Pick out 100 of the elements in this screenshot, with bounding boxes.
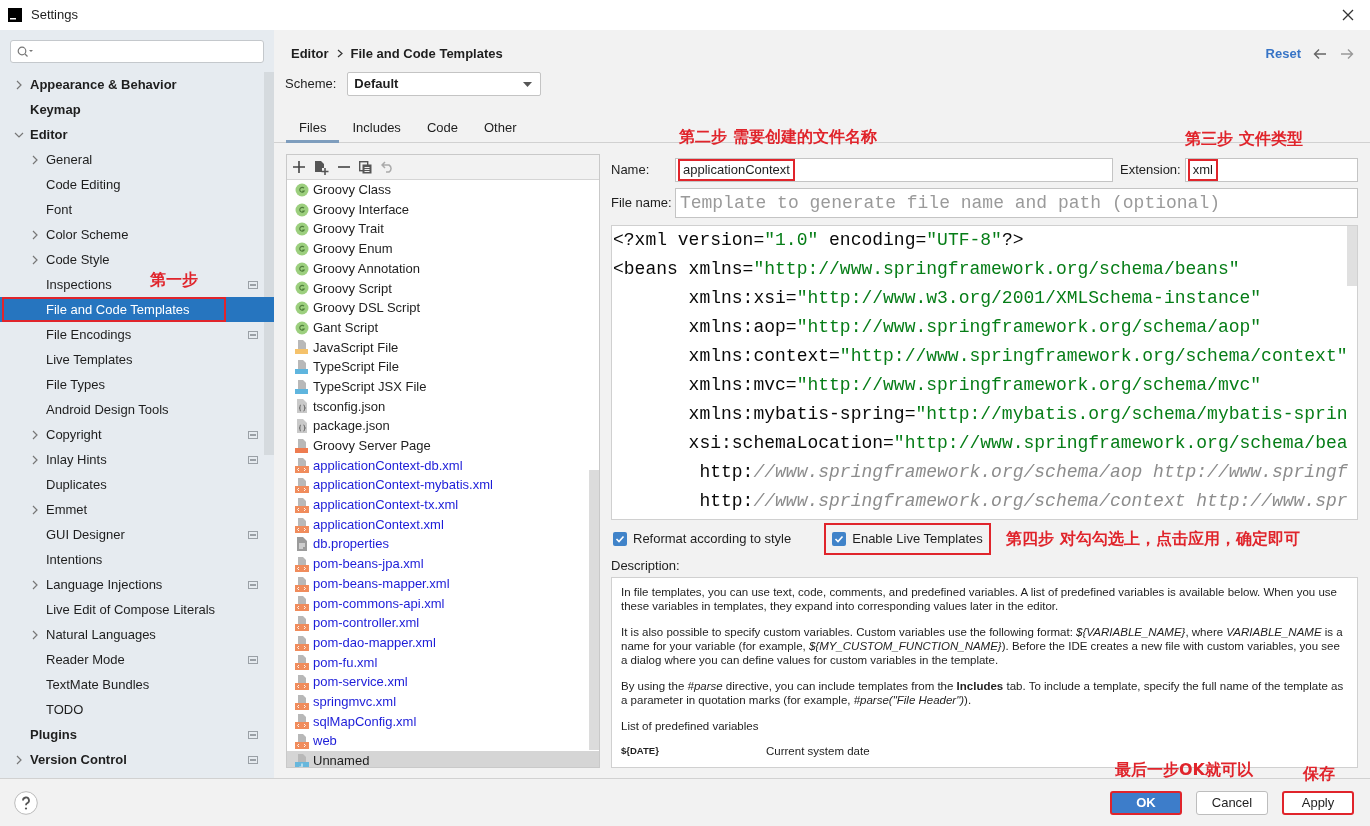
tab[interactable]: Includes (339, 116, 414, 143)
reset-link[interactable]: Reset (1265, 43, 1301, 64)
dialog-button[interactable]: OK (1110, 790, 1182, 815)
tree-item[interactable]: Code Style (46, 249, 110, 270)
file-template-item[interactable]: Groovy Enum (287, 239, 599, 259)
file-template-item[interactable]: Groovy Server Page (287, 435, 599, 456)
checkbox-label[interactable]: Enable Live Templates (852, 529, 983, 549)
file-template-item[interactable]: pom-service.xml (287, 672, 599, 692)
search-field[interactable] (10, 40, 264, 63)
file-template-item[interactable]: applicationContext-mybatis.xml (287, 475, 599, 495)
xml-file-icon (294, 457, 310, 474)
add-icon[interactable] (293, 161, 305, 173)
forward-arrow-icon[interactable] (1340, 47, 1354, 60)
file-template-item[interactable]: pom-beans-mapper.xml (287, 573, 599, 594)
scheme-dropdown[interactable]: Default (347, 72, 542, 96)
file-template-item[interactable]: Groovy Class (287, 180, 599, 200)
file-template-item[interactable]: sqlMapConfig.xml (287, 711, 599, 732)
tree-item[interactable]: Language Injections (46, 574, 163, 595)
chevron-right-icon[interactable] (30, 504, 40, 515)
tree-item[interactable]: Editor (30, 124, 68, 145)
tree-item[interactable]: Copyright (46, 424, 102, 445)
checkbox-label[interactable]: Reformat according to style (633, 529, 792, 549)
tree-item[interactable]: Live Templates (46, 349, 133, 370)
dialog-button[interactable]: Apply (1282, 790, 1354, 815)
file-template-item[interactable]: Groovy DSL Script (287, 298, 599, 318)
tree-item[interactable]: Keymap (30, 99, 81, 120)
file-template-item[interactable]: Groovy Trait (287, 219, 599, 240)
scrollbar-thumb[interactable] (264, 72, 274, 455)
tree-item[interactable]: Inspections (46, 274, 112, 295)
chevron-right-icon[interactable] (14, 79, 24, 90)
breadcrumb-item[interactable]: Editor (291, 43, 329, 64)
file-name-field[interactable]: Template to generate file name and path (optional) (674, 188, 1358, 218)
tree-item[interactable]: File Types (46, 374, 105, 395)
chevron-right-icon[interactable] (30, 254, 40, 265)
copy-icon[interactable] (359, 160, 372, 174)
chevron-icon (336, 49, 343, 58)
file-template-item[interactable]: pom-fu.xml (287, 652, 599, 673)
file-template-item[interactable]: pom-beans-jpa.xml (287, 554, 599, 574)
tab[interactable]: Other (470, 116, 530, 143)
file-template-item[interactable]: Gant Script (287, 317, 599, 338)
close-icon[interactable] (1342, 9, 1354, 21)
scrollbar-thumb[interactable] (1347, 226, 1357, 286)
code-editor[interactable] (611, 225, 1358, 520)
tree-item[interactable]: Font (46, 199, 72, 220)
tree-item[interactable]: Color Scheme (46, 224, 129, 245)
chevron-right-icon[interactable] (30, 629, 40, 640)
chevron-right-icon[interactable] (30, 454, 40, 465)
tree-item[interactable]: Appearance & Behavior (30, 74, 177, 95)
file-template-item[interactable]: pom-controller.xml (287, 613, 599, 633)
tree-item[interactable]: Natural Languages (46, 624, 156, 645)
tree-item[interactable]: GUI Designer (46, 524, 125, 545)
tree-item[interactable]: Version Control (30, 749, 127, 770)
tree-item[interactable]: Code Editing (46, 174, 121, 195)
tree-item[interactable]: Duplicates (46, 474, 107, 495)
tree-item[interactable]: Live Edit of Compose Literals (46, 599, 216, 620)
tree-item[interactable]: General (46, 149, 93, 170)
file-template-item[interactable]: applicationContext-db.xml (287, 455, 599, 476)
file-template-item[interactable]: tsconfig.json (287, 396, 599, 417)
help-icon[interactable] (14, 790, 38, 815)
file-template-item[interactable]: package.json (287, 416, 599, 436)
tree-item[interactable]: File and Code Templates (46, 299, 190, 320)
tab[interactable]: Files (286, 116, 340, 143)
checkbox[interactable] (613, 532, 627, 546)
add-child-icon[interactable] (314, 159, 329, 175)
file-template-item[interactable]: pom-dao-mapper.xml (287, 632, 599, 653)
dialog-button[interactable]: Cancel (1196, 790, 1268, 815)
file-template-item[interactable]: applicationContext.xml (287, 514, 599, 535)
chevron-right-icon[interactable] (30, 579, 40, 590)
file-template-item[interactable]: pom-commons-api.xml (287, 593, 599, 614)
tree-item[interactable]: Plugins (30, 724, 77, 745)
chevron-right-icon[interactable] (30, 154, 40, 165)
tree-item[interactable]: Emmet (46, 499, 88, 520)
file-template-item[interactable]: JavaScript File (287, 337, 599, 358)
tree-item[interactable]: Reader Mode (46, 649, 125, 670)
tree-item[interactable]: Inlay Hints (46, 449, 107, 470)
name-field[interactable]: applicationContext (675, 158, 1113, 182)
file-template-item[interactable]: db.properties (287, 534, 599, 555)
file-template-item[interactable]: springmvc.xml (287, 691, 599, 712)
file-template-item[interactable]: TypeScript File (287, 357, 599, 377)
tree-item[interactable]: TODO (46, 699, 84, 720)
extension-field[interactable]: xml (1184, 158, 1358, 182)
checkbox[interactable] (832, 532, 847, 546)
chevron-right-icon[interactable] (14, 754, 24, 765)
tab[interactable]: Code (413, 116, 471, 143)
file-template-item[interactable]: Groovy Script (287, 278, 599, 299)
tree-item[interactable]: File Encodings (46, 324, 132, 345)
xml-file-icon (294, 516, 310, 533)
file-template-item[interactable]: Groovy Annotation (287, 258, 599, 279)
chevron-right-icon[interactable] (30, 229, 40, 240)
tree-item[interactable]: Android Design Tools (46, 399, 169, 420)
tree-item[interactable]: TextMate Bundles (46, 674, 150, 695)
file-template-item[interactable]: applicationContext-tx.xml (287, 495, 599, 515)
tree-item[interactable]: Intentions (46, 549, 103, 570)
file-template-item[interactable]: web (287, 731, 599, 751)
file-template-item[interactable]: TypeScript JSX File (287, 376, 599, 397)
back-arrow-icon[interactable] (1313, 47, 1327, 60)
file-template-item[interactable]: Unnamed (287, 750, 599, 767)
file-template-item[interactable]: Groovy Interface (287, 199, 599, 220)
scrollbar-thumb[interactable] (589, 470, 599, 750)
chevron-right-icon[interactable] (30, 429, 40, 440)
